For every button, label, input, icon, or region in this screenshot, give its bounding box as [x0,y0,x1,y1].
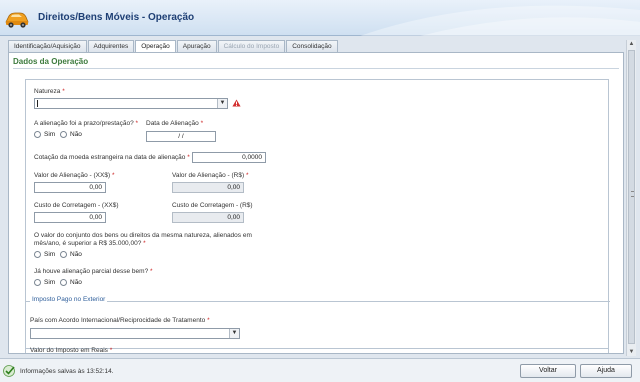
section-title: Dados da Operação [13,57,619,69]
custo-corretagem-xx-label: Custo de Corretagem - (XX$) [34,202,119,209]
valor-alienacao-xx-input[interactable]: 0,00 [34,182,106,193]
scroll-down-icon[interactable]: ▼ [627,348,636,356]
imposto-exterior-legend: Imposto Pago no Exterior [30,296,108,303]
pais-label: País com Acordo Internacional/Reciprocid… [30,317,210,324]
scrollbar-thumb[interactable] [628,50,635,344]
car-icon [5,12,29,28]
imposto-exterior-fieldset: Imposto Pago no Exterior País com Acordo… [25,296,610,354]
valor-alienacao-xx-label: Valor de Alienação - (XX$) * [34,172,115,179]
vertical-scrollbar[interactable]: ▲ ▼ [626,40,636,356]
cotacao-input[interactable]: 0,0000 [192,152,266,163]
valor-conjunto-nao-radio[interactable]: Não [60,251,82,258]
header-decoration [360,5,640,36]
prazo-nao-radio[interactable]: Não [60,131,82,138]
tab-adquirentes[interactable]: Adquirentes [87,40,135,52]
status-text: Informações salvas às 13:52:14. [20,368,114,375]
alienacao-parcial-sim-radio[interactable]: Sim [34,279,55,286]
app-header: Direitos/Bens Móveis - Operação [0,0,640,36]
custo-corretagem-rs-input: 0,00 [172,212,244,223]
warning-icon [232,99,241,107]
page-title: Direitos/Bens Móveis - Operação [38,12,195,23]
saved-check-icon [3,365,15,377]
status-bar: Informações salvas às 13:52:14. Voltar A… [0,358,640,382]
help-button[interactable]: Ajuda [580,364,632,378]
tab-bar: Identificação/Aquisição Adquirentes Oper… [8,40,339,53]
text-cursor [37,100,38,107]
scroll-up-icon[interactable]: ▲ [627,40,636,48]
chevron-down-icon: ▼ [217,99,227,108]
valor-imposto-label: Valor do Imposto em Reais * [30,347,113,354]
valor-alienacao-rs-label: Valor de Alienação - (R$) * [172,172,249,179]
data-alienacao-label: Data de Alienação * [146,120,204,127]
valor-conjunto-label-line1: O valor do conjunto dos bens ou direitos… [34,232,252,239]
valor-conjunto-label-line2: mês/ano, é superior a R$ 35.000,00? * [34,240,146,247]
pais-select[interactable]: ▼ [30,328,240,339]
valor-conjunto-sim-radio[interactable]: Sim [34,251,55,258]
alienacao-parcial-label: Já houve alienação parcial desse bem? * [34,268,153,275]
tab-identificacao[interactable]: Identificação/Aquisição [8,40,87,52]
prazo-sim-radio[interactable]: Sim [34,131,55,138]
natureza-select[interactable]: ▼ [34,98,228,109]
prazo-label: A alienação foi a prazo/prestação? * [34,120,139,127]
custo-corretagem-xx-input[interactable]: 0,00 [34,212,106,223]
custo-corretagem-rs-label: Custo de Corretagem - (R$) [172,202,253,209]
cotacao-label: Cotação da moeda estrangeira na data de … [34,154,190,161]
tab-consolidacao[interactable]: Consolidação [286,40,338,52]
tab-calculo-imposto: Cálculo do Imposto [217,40,286,52]
tab-apuracao[interactable]: Apuração [176,40,217,52]
data-alienacao-input[interactable]: / / [146,131,216,142]
form-panel: Dados da Operação Natureza * ▼ A alienaç… [8,52,624,354]
back-button[interactable]: Voltar [520,364,576,378]
chevron-down-icon: ▼ [229,329,239,338]
valor-alienacao-rs-input: 0,00 [172,182,244,193]
natureza-label: Natureza * [34,88,65,95]
alienacao-parcial-nao-radio[interactable]: Não [60,279,82,286]
